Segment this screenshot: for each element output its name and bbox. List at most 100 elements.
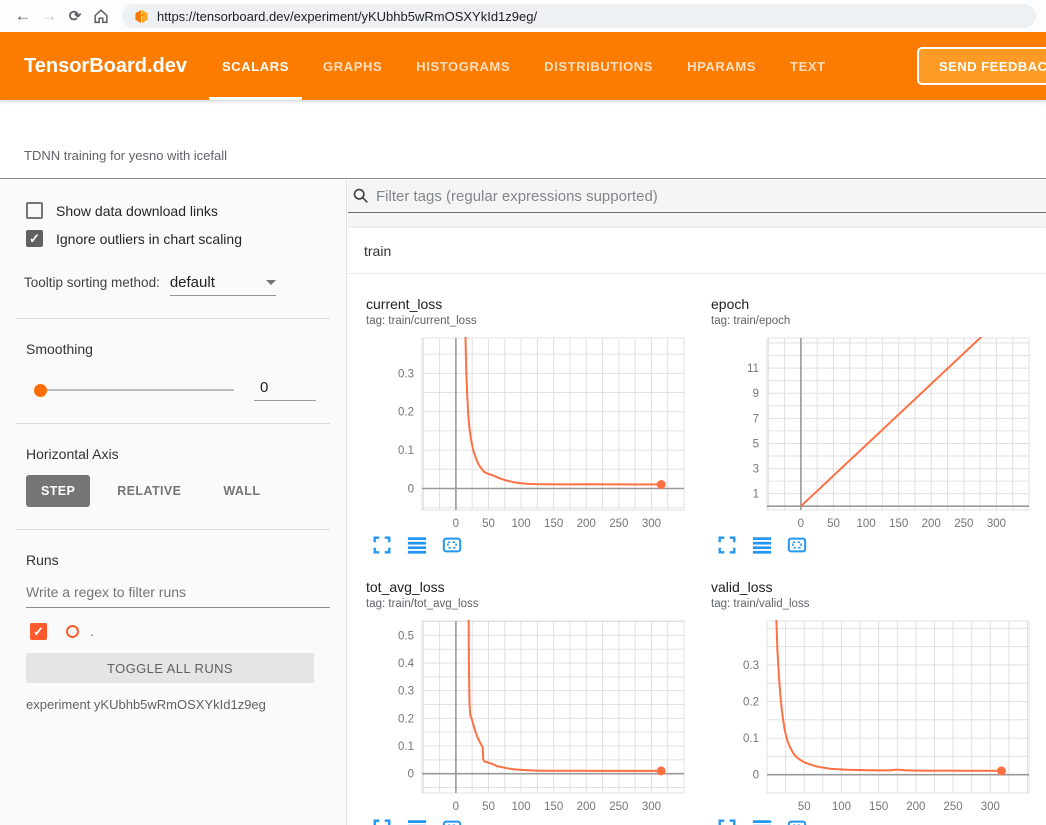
charts-grid: current_losstag: train/current_loss00.10… (348, 274, 1046, 825)
tag-group-header-train[interactable]: train (348, 228, 1046, 274)
home-icon[interactable] (88, 3, 114, 29)
svg-text:100: 100 (832, 801, 851, 813)
show-download-links-checkbox[interactable]: Show data download links (26, 202, 346, 219)
tab-bar: SCALARS GRAPHS HISTOGRAMS DISTRIBUTIONS … (209, 32, 847, 100)
app-header: TensorBoard.dev SCALARS GRAPHS HISTOGRAM… (0, 32, 1046, 100)
chart-plot[interactable]: 00.10.20.350100150200250300 (703, 616, 1035, 814)
horizontal-axis-toggle: STEP RELATIVE WALL (26, 475, 346, 507)
brand-title: TensorBoard.dev (24, 55, 187, 78)
smoothing-value[interactable]: 0 (254, 379, 316, 401)
svg-text:150: 150 (869, 801, 888, 813)
svg-text:5: 5 (753, 438, 759, 450)
forward-icon[interactable]: → (36, 3, 62, 29)
tab-graphs[interactable]: GRAPHS (310, 32, 395, 100)
svg-text:200: 200 (577, 518, 596, 530)
svg-text:50: 50 (798, 801, 811, 813)
toggle-log-scale-icon[interactable] (407, 818, 427, 825)
run-name: . (90, 624, 94, 639)
fit-domain-icon[interactable] (787, 818, 807, 825)
svg-text:0: 0 (453, 801, 459, 813)
filter-tags-input[interactable] (376, 188, 1046, 205)
search-icon (352, 187, 370, 205)
tooltip-sorting-label: Tooltip sorting method: (24, 275, 160, 290)
svg-text:0: 0 (753, 770, 759, 782)
run-checkbox[interactable]: ✓ (30, 623, 47, 640)
svg-text:100: 100 (856, 518, 875, 530)
svg-text:0.2: 0.2 (743, 697, 759, 709)
smoothing-slider[interactable] (36, 389, 234, 391)
divider (16, 529, 330, 530)
runs-filter-input[interactable] (26, 584, 330, 608)
checkbox-checked-icon[interactable]: ✓ (26, 230, 43, 247)
expand-chart-icon[interactable] (372, 535, 392, 555)
svg-text:0: 0 (408, 769, 414, 781)
filter-tags-row (348, 180, 1046, 213)
chart-actions-row (703, 818, 1039, 825)
send-feedback-button[interactable]: SEND FEEDBACK (917, 47, 1046, 85)
svg-text:0.1: 0.1 (398, 445, 414, 457)
main-panel: train current_losstag: train/current_los… (348, 180, 1046, 825)
svg-text:0: 0 (453, 518, 459, 530)
svg-text:0.3: 0.3 (743, 660, 759, 672)
url-text: https://tensorboard.dev/experiment/yKUbh… (157, 9, 537, 24)
svg-text:200: 200 (577, 801, 596, 813)
svg-text:0.2: 0.2 (398, 713, 414, 725)
settings-sidebar: Show data download links ✓ Ignore outlie… (0, 180, 347, 825)
url-bar[interactable]: https://tensorboard.dev/experiment/yKUbh… (122, 4, 1036, 28)
subheader: TDNN training for yesno with icefall (0, 100, 1046, 179)
tab-hparams[interactable]: HPARAMS (674, 32, 769, 100)
svg-text:300: 300 (981, 801, 1000, 813)
svg-text:9: 9 (753, 388, 759, 400)
svg-text:300: 300 (987, 518, 1006, 530)
fit-domain-icon[interactable] (787, 535, 807, 555)
smoothing-slider-row: 0 (36, 379, 316, 401)
axis-step-button[interactable]: STEP (26, 475, 90, 507)
axis-relative-button[interactable]: RELATIVE (102, 475, 196, 507)
chart-plot[interactable]: 00.10.20.30.40.5050100150200250300 (358, 616, 690, 814)
tab-text[interactable]: TEXT (777, 32, 839, 100)
tab-histograms[interactable]: HISTOGRAMS (403, 32, 523, 100)
chart-plot[interactable]: 00.10.20.3050100150200250300 (358, 333, 690, 531)
toggle-log-scale-icon[interactable] (752, 535, 772, 555)
svg-text:250: 250 (609, 801, 628, 813)
expand-chart-icon[interactable] (717, 535, 737, 555)
chevron-down-icon (266, 280, 276, 285)
back-icon[interactable]: ← (10, 3, 36, 29)
svg-text:0.4: 0.4 (398, 658, 415, 670)
svg-text:100: 100 (511, 518, 530, 530)
run-row: ✓ . (30, 623, 346, 640)
toggle-log-scale-icon[interactable] (407, 535, 427, 555)
tab-distributions[interactable]: DISTRIBUTIONS (531, 32, 666, 100)
tag-group-label: train (364, 243, 391, 259)
checkbox-unchecked-icon[interactable] (26, 202, 43, 219)
svg-text:200: 200 (906, 801, 925, 813)
svg-text:100: 100 (511, 801, 530, 813)
svg-text:0.5: 0.5 (398, 630, 414, 642)
chart-plot[interactable]: 1357911050100150200250300 (703, 333, 1035, 531)
svg-text:0.1: 0.1 (743, 733, 759, 745)
browser-chrome: ← → ⟳ https://tensorboard.dev/experiment… (0, 0, 1046, 32)
tooltip-sorting-value: default (170, 274, 215, 291)
experiment-id-label: experiment yKUbhb5wRmOSXYkId1z9eg (26, 697, 346, 712)
expand-chart-icon[interactable] (372, 818, 392, 825)
fit-domain-icon[interactable] (442, 535, 462, 555)
tooltip-sorting-select[interactable]: default (170, 274, 276, 296)
fit-domain-icon[interactable] (442, 818, 462, 825)
toggle-all-runs-button[interactable]: TOGGLE ALL RUNS (26, 653, 314, 683)
ignore-outliers-checkbox[interactable]: ✓ Ignore outliers in chart scaling (26, 230, 346, 247)
reload-icon[interactable]: ⟳ (62, 3, 88, 29)
expand-chart-icon[interactable] (717, 818, 737, 825)
svg-text:150: 150 (544, 518, 563, 530)
toggle-log-scale-icon[interactable] (752, 818, 772, 825)
svg-text:0.3: 0.3 (398, 368, 414, 380)
run-color-swatch (66, 625, 79, 638)
svg-text:50: 50 (482, 518, 495, 530)
chart-actions-row (703, 535, 1039, 555)
tab-scalars[interactable]: SCALARS (209, 32, 302, 100)
chart-title: epoch (703, 296, 1039, 312)
svg-text:50: 50 (482, 801, 495, 813)
slider-thumb[interactable] (34, 384, 47, 397)
svg-text:300: 300 (642, 518, 661, 530)
checkbox-label: Show data download links (56, 203, 218, 219)
axis-wall-button[interactable]: WALL (208, 475, 275, 507)
